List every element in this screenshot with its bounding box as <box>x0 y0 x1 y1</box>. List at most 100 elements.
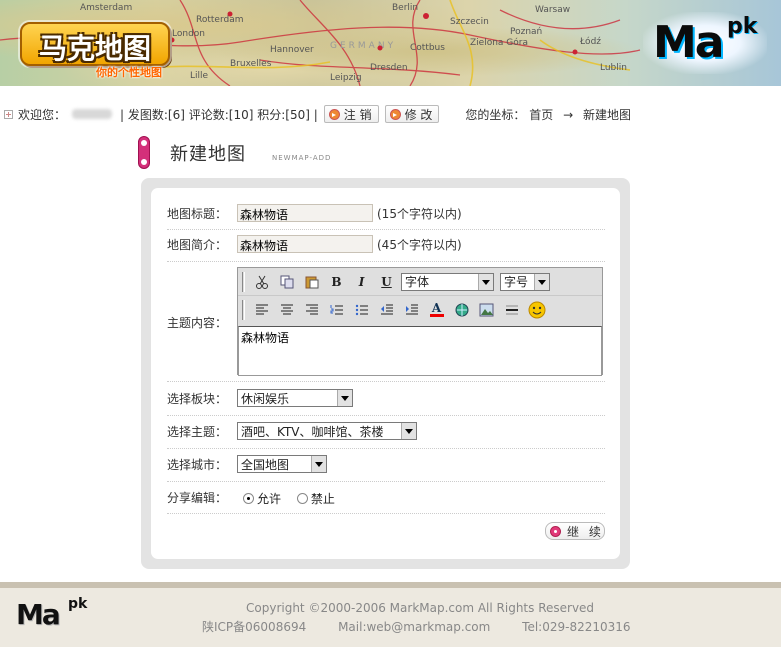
board-select[interactable]: 休闲娱乐 <box>237 389 353 407</box>
map-title-input[interactable]: 森林物语 <box>237 204 373 222</box>
map-label: Lille <box>190 71 209 81</box>
header-banner: Amsterdam Berlin Warsaw London Hannover … <box>0 0 781 86</box>
editor-toolbar-row1: B I U 字体 字号 <box>238 268 602 296</box>
logo-mark-sup: pk <box>727 14 758 39</box>
form-panel: 地图标题： 森林物语 (15个字符以内) 地图简介： 森林物语 (45个字符以内) … <box>141 178 630 569</box>
content-textarea[interactable]: 森林物语 <box>238 326 602 376</box>
italic-icon[interactable]: I <box>349 271 374 293</box>
breadcrumb-current: 新建地图 <box>583 107 632 122</box>
breadcrumb: 您的坐标： 首页 → 新建地图 <box>465 106 631 123</box>
arrow-icon <box>389 108 401 120</box>
chevron-down-icon <box>478 273 493 290</box>
footer-logo: Ma pk <box>16 596 96 636</box>
align-left-icon[interactable] <box>249 299 274 321</box>
map-label: Zielona Góra <box>470 37 528 48</box>
map-intro-hint: (45个字符以内) <box>377 237 462 252</box>
map-label: Rotterdam <box>196 15 244 25</box>
map-title-hint: (15个字符以内) <box>377 206 462 221</box>
city-select[interactable]: 全国地图 <box>237 455 327 473</box>
map-label: GERMANY <box>330 41 396 51</box>
row-city: 选择城市： 全国地图 <box>167 449 605 482</box>
footer-logo-sup: pk <box>68 596 88 612</box>
user-bar: 欢迎您： | 发图数:[6] 评论数:[10] 积分:[50] | 注 销 修 … <box>4 104 631 124</box>
topic-label: 选择主题： <box>167 425 228 439</box>
underline-icon[interactable]: U <box>374 271 399 293</box>
logo-tagline: 你的个性地图 <box>96 66 162 79</box>
arrow-icon <box>328 108 340 120</box>
page-subtitle: NEWMAP-ADD <box>272 154 332 162</box>
link-icon[interactable] <box>449 299 474 321</box>
breadcrumb-arrow-icon: → <box>563 107 574 122</box>
row-topic: 选择主题： 酒吧、KTV、咖啡馆、茶楼 <box>167 416 605 449</box>
row-share: 分享编辑： 允许 禁止 <box>167 482 605 514</box>
row-map-title: 地图标题： 森林物语 (15个字符以内) <box>167 200 605 230</box>
outdent-icon[interactable] <box>374 299 399 321</box>
breadcrumb-home-link[interactable]: 首页 <box>529 108 553 122</box>
align-right-icon[interactable] <box>299 299 324 321</box>
radio-unchecked-icon <box>296 493 308 504</box>
font-size-value: 字号 <box>504 275 529 289</box>
share-deny-label: 禁止 <box>310 492 335 506</box>
map-intro-input[interactable]: 森林物语 <box>237 235 373 253</box>
site-logo[interactable]: 马克地图 <box>20 22 170 66</box>
logout-button[interactable]: 注 销 <box>323 105 379 123</box>
map-label: Poznań <box>510 27 542 37</box>
edit-profile-button[interactable]: 修 改 <box>384 105 440 123</box>
map-label: Cottbus <box>410 43 445 53</box>
row-board: 选择板块： 休闲娱乐 <box>167 382 605 416</box>
cut-icon[interactable] <box>249 271 274 293</box>
footer: Ma pk Copyright ©2000-2006 MarkMap.com A… <box>0 588 781 647</box>
breadcrumb-label: 您的坐标： <box>465 107 526 122</box>
bullet-icon <box>550 525 561 537</box>
chevron-down-icon <box>534 273 549 290</box>
map-label: Leipzig <box>330 73 362 83</box>
map-label: Amsterdam <box>80 3 132 13</box>
share-label: 分享编辑： <box>167 491 228 505</box>
markmap-logo[interactable]: Ma pk <box>643 12 767 74</box>
continue-button[interactable]: 继 续 <box>545 522 605 540</box>
copyright-text: Copyright ©2000-2006 MarkMap.com All Rig… <box>246 601 595 615</box>
edit-label: 修 改 <box>404 107 433 122</box>
font-color-icon[interactable]: A <box>424 299 449 321</box>
copy-icon[interactable] <box>274 271 299 293</box>
city-value: 全国地图 <box>241 457 290 472</box>
indent-icon[interactable] <box>399 299 424 321</box>
logo-mark-main: Ma <box>653 17 724 68</box>
content-label: 主题内容： <box>167 316 228 330</box>
topic-value: 酒吧、KTV、咖啡馆、茶楼 <box>241 424 384 439</box>
icp-text: 陕ICP备06008694 <box>202 620 307 634</box>
font-family-select[interactable]: 字体 <box>401 272 494 291</box>
chevron-down-icon <box>311 456 326 472</box>
continue-label: 继 续 <box>567 524 604 539</box>
city-label: 选择城市： <box>167 458 228 472</box>
unordered-list-icon[interactable] <box>349 299 374 321</box>
share-allow-radio[interactable]: 允许 <box>243 490 281 507</box>
expand-icon <box>4 109 13 119</box>
horizontal-rule-icon[interactable] <box>499 299 524 321</box>
editor-toolbar-row2: A <box>238 296 602 324</box>
welcome-label: 欢迎您： <box>18 107 67 122</box>
chevron-down-icon <box>337 390 352 406</box>
chevron-down-icon <box>401 423 416 439</box>
bold-icon[interactable]: B <box>324 271 349 293</box>
tel-text: Tel:029-82210316 <box>522 620 631 634</box>
map-label: Szczecin <box>450 17 489 27</box>
map-label: Hannover <box>270 45 314 55</box>
align-center-icon[interactable] <box>274 299 299 321</box>
font-size-select[interactable]: 字号 <box>500 272 550 291</box>
board-label: 选择板块： <box>167 392 228 406</box>
map-label: Warsaw <box>535 5 570 15</box>
font-color-glyph: A <box>431 301 442 315</box>
map-label: Łódź <box>579 36 601 47</box>
radio-checked-icon <box>243 493 254 504</box>
map-label: Dresden <box>370 63 408 73</box>
page-title: 新建地图 <box>170 144 246 165</box>
emoticon-icon[interactable] <box>524 299 549 321</box>
ordered-list-icon[interactable] <box>324 299 349 321</box>
image-icon[interactable] <box>474 299 499 321</box>
paste-icon[interactable] <box>299 271 324 293</box>
share-deny-radio[interactable]: 禁止 <box>296 490 335 507</box>
font-family-value: 字体 <box>405 275 430 289</box>
topic-select[interactable]: 酒吧、KTV、咖啡馆、茶楼 <box>237 422 417 440</box>
board-value: 休闲娱乐 <box>241 391 290 406</box>
